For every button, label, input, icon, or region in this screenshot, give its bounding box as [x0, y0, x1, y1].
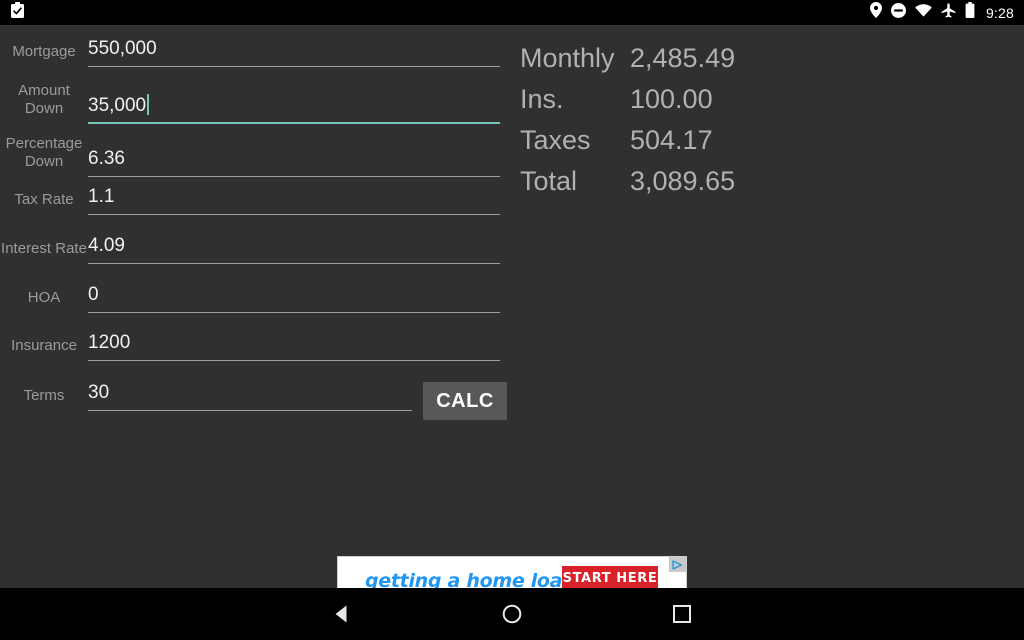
terms-input[interactable]: 30: [88, 381, 412, 411]
field-label-interest-rate: Interest Rate: [1, 240, 87, 257]
field-row-percentage-down: Percentage Down 6.36: [0, 135, 512, 177]
field-row-mortgage: Mortgage 550,000: [0, 37, 512, 67]
hoa-input[interactable]: 0: [88, 283, 500, 313]
status-bar-system-icons: 9:28: [869, 2, 1014, 23]
field-input-wrap-mortgage[interactable]: 550,000: [88, 37, 500, 67]
result-value-monthly: 2,485.49: [630, 43, 736, 73]
status-bar: 9:28: [0, 0, 1024, 25]
field-label-hoa: HOA: [27, 289, 61, 306]
result-label-taxes: Taxes: [520, 125, 591, 155]
field-row-interest-rate: Interest Rate 4.09: [0, 234, 512, 264]
text-cursor: [147, 94, 150, 115]
back-icon[interactable]: [282, 588, 402, 640]
battery-icon: [965, 2, 975, 23]
result-value-ins: 100.00: [630, 84, 713, 114]
main-content: Mortgage 550,000 Amount Down 35,000 Perce…: [0, 25, 1024, 606]
adchoices-icon[interactable]: [669, 557, 686, 572]
navigation-bar: [0, 588, 1024, 640]
field-input-wrap-interest-rate[interactable]: 4.09: [88, 234, 500, 264]
field-row-tax-rate: Tax Rate 1.1: [0, 185, 512, 215]
android-screen: 9:28 Mortgage 550,000 Amount Down 35,000 …: [0, 0, 1024, 640]
status-bar-notifications: [10, 1, 25, 24]
home-icon[interactable]: [452, 588, 572, 640]
field-label-terms: Terms: [23, 387, 65, 404]
field-label-mortgage: Mortgage: [12, 43, 76, 60]
field-input-wrap-terms[interactable]: 30: [88, 381, 412, 411]
field-input-wrap-amount-down[interactable]: 35,000: [88, 94, 500, 124]
ad-cta-button[interactable]: START HERE: [562, 566, 658, 590]
result-label-ins: Ins.: [520, 84, 564, 114]
airplane-mode-icon: [941, 2, 956, 23]
interest-rate-input[interactable]: 4.09: [88, 234, 500, 264]
mortgage-input-form: Mortgage 550,000 Amount Down 35,000 Perce…: [0, 25, 512, 588]
wifi-icon: [915, 3, 932, 22]
field-label-percentage-down: Percentage Down: [5, 135, 83, 170]
recents-icon[interactable]: [622, 588, 742, 640]
result-row-taxes: Taxes 504.17: [520, 120, 950, 161]
clipboard-check-icon: [10, 1, 25, 24]
status-bar-clock: 9:28: [985, 4, 1014, 21]
tax-rate-input[interactable]: 1.1: [88, 185, 500, 215]
result-label-monthly: Monthly: [520, 43, 615, 73]
amount-down-value: 35,000: [88, 95, 147, 116]
field-row-insurance: Insurance 1200: [0, 331, 512, 361]
result-row-monthly: Monthly 2,485.49: [520, 38, 950, 79]
result-value-taxes: 504.17: [630, 125, 713, 155]
field-input-wrap-insurance[interactable]: 1200: [88, 331, 500, 361]
field-label-insurance: Insurance: [11, 337, 77, 354]
results-panel: Monthly 2,485.49 Ins. 100.00 Taxes 504.1…: [520, 38, 950, 202]
field-row-amount-down: Amount Down 35,000: [0, 82, 512, 124]
calc-button[interactable]: CALC: [423, 382, 507, 420]
field-input-wrap-percentage-down[interactable]: 6.36: [88, 147, 500, 177]
mortgage-input[interactable]: 550,000: [88, 37, 500, 67]
location-pin-icon: [869, 2, 882, 23]
result-row-total: Total 3,089.65: [520, 161, 950, 202]
field-label-tax-rate: Tax Rate: [14, 191, 74, 208]
amount-down-input[interactable]: 35,000: [88, 94, 500, 124]
field-input-wrap-tax-rate[interactable]: 1.1: [88, 185, 500, 215]
percentage-down-input[interactable]: 6.36: [88, 147, 500, 177]
result-value-total: 3,089.65: [630, 166, 736, 196]
insurance-input[interactable]: 1200: [88, 331, 500, 361]
do-not-disturb-icon: [890, 2, 906, 23]
result-label-total: Total: [520, 166, 578, 196]
field-input-wrap-hoa[interactable]: 0: [88, 283, 500, 313]
field-row-hoa: HOA 0: [0, 283, 512, 313]
result-row-ins: Ins. 100.00: [520, 79, 950, 120]
field-label-amount-down: Amount Down: [18, 82, 70, 117]
